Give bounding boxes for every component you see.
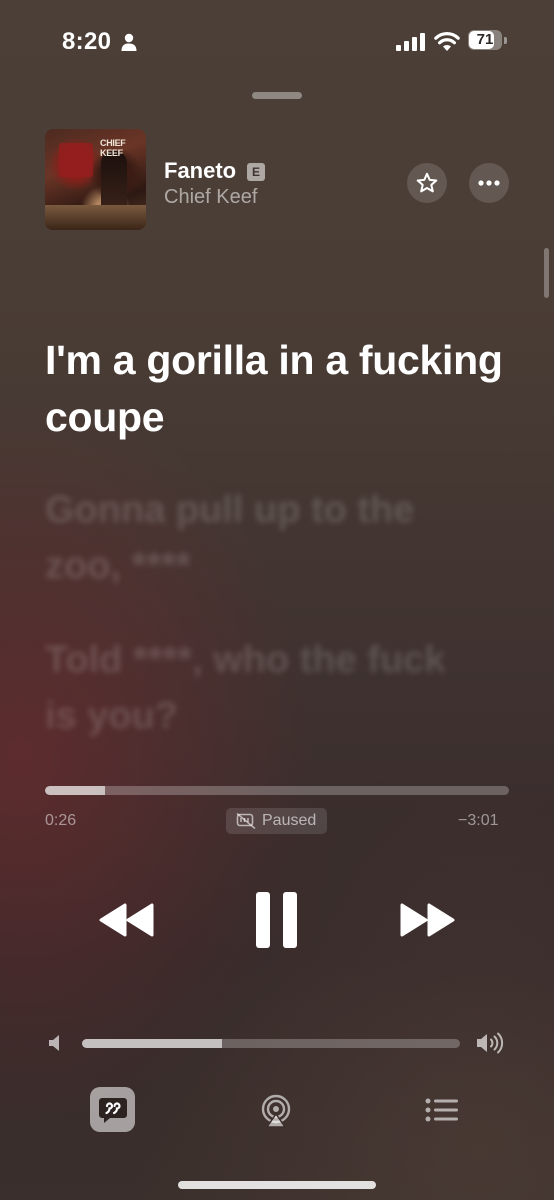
paused-status-badge: Paused <box>226 808 327 834</box>
rewind-icon[interactable] <box>97 900 157 940</box>
status-time: 8:20 <box>62 28 112 55</box>
volume-slider-fill <box>82 1039 222 1048</box>
remaining-time: −3:01 <box>458 812 499 829</box>
explicit-badge: E <box>247 163 265 181</box>
sheet-grabber[interactable] <box>252 92 302 99</box>
artist-name[interactable]: Chief Keef <box>164 186 257 209</box>
elapsed-time: 0:26 <box>45 812 77 829</box>
album-artwork[interactable]: CHIEF KEEF <box>45 129 146 230</box>
artwork-brand-text: CHIEF KEEF <box>100 138 126 158</box>
lyrics-scroll-indicator[interactable] <box>544 248 549 298</box>
person-icon <box>121 33 137 51</box>
battery-level: 71 <box>476 31 494 48</box>
song-title[interactable]: Faneto <box>164 158 236 184</box>
favorite-button[interactable] <box>407 163 447 203</box>
volume-low-icon <box>49 1035 59 1051</box>
star-icon <box>416 172 438 193</box>
signal-icon <box>396 33 425 51</box>
pause-icon[interactable] <box>254 890 300 950</box>
ellipsis-icon <box>478 180 500 186</box>
lyric-next-line[interactable]: Told ****, who the fuck is you? <box>45 632 465 744</box>
lyrics-icon <box>98 1097 127 1123</box>
lyric-next-line[interactable]: Gonna pull up to the zoo, **** <box>45 482 465 594</box>
playback-progress-slider[interactable] <box>45 786 509 795</box>
volume-slider[interactable] <box>82 1039 460 1048</box>
volume-high-icon <box>477 1032 504 1054</box>
paused-label: Paused <box>262 812 317 829</box>
wifi-icon <box>434 32 460 51</box>
lyrics-button[interactable] <box>90 1087 135 1132</box>
airplay-icon[interactable] <box>258 1094 294 1128</box>
more-options-button[interactable] <box>469 163 509 203</box>
paused-lyrics-icon <box>236 813 256 829</box>
lyric-current-line[interactable]: I'm a gorilla in a fucking coupe <box>45 332 505 446</box>
playback-progress-fill <box>45 786 106 795</box>
home-indicator[interactable] <box>178 1181 376 1189</box>
battery-icon: 71 <box>468 30 508 52</box>
queue-icon[interactable] <box>425 1098 459 1122</box>
fast-forward-icon[interactable] <box>397 900 457 940</box>
